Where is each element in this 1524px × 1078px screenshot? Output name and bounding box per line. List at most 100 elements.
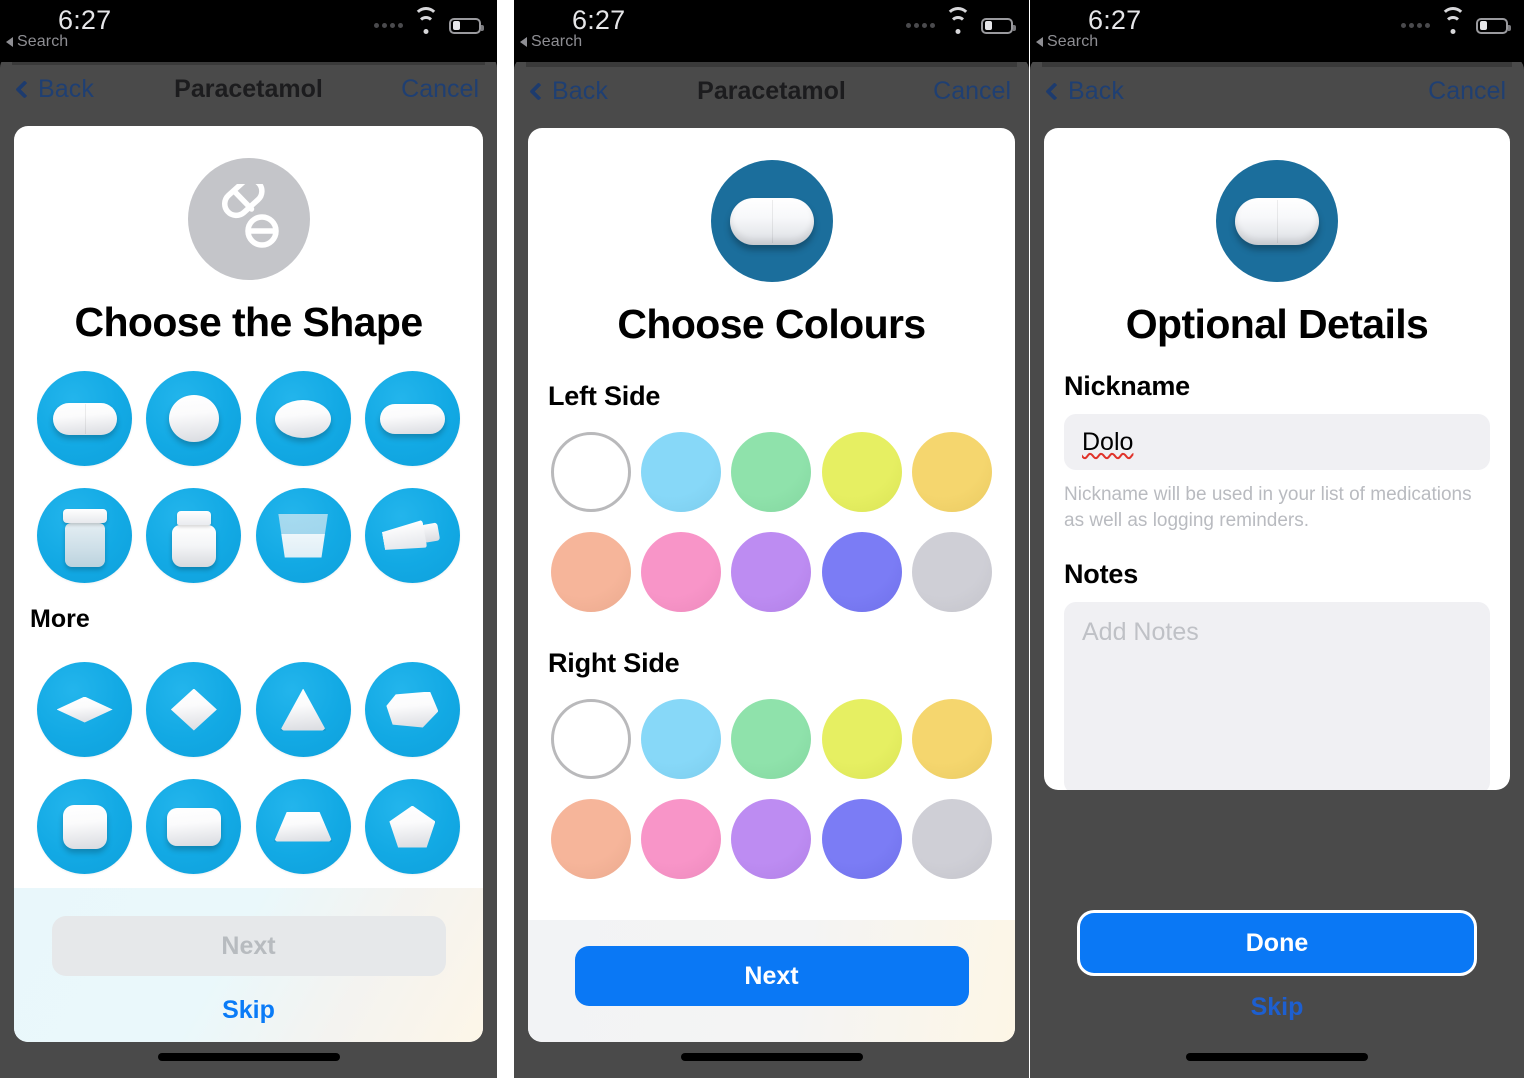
rectangle-icon: [166, 807, 221, 846]
swatch-right-blue[interactable]: [641, 699, 722, 779]
shape-option-jar[interactable]: [146, 488, 242, 583]
swatch-right-pink[interactable]: [641, 799, 722, 879]
footer-2: Next: [528, 920, 1015, 1042]
screenshot-stage: Back Paracetamol Cancel Choose the Shape…: [0, 0, 1524, 1078]
swatch-left-green[interactable]: [731, 432, 812, 512]
shape-option-triangle[interactable]: [255, 662, 351, 757]
nav-bar-3: Back Cancel: [1030, 56, 1524, 126]
shape-grid-primary: [14, 343, 483, 583]
sheet-1: Back Paracetamol Cancel Choose the Shape…: [0, 45, 497, 1078]
swatch-left-yellow[interactable]: [821, 432, 902, 512]
footer-3: Done Skip: [1030, 913, 1524, 1022]
nickname-hint: Nickname will be used in your list of me…: [1064, 484, 1472, 531]
swatch-left-grey[interactable]: [911, 532, 992, 612]
shape-option-diamond[interactable]: [146, 662, 242, 757]
clock: 6:27: [58, 5, 112, 35]
back-triangle-icon: [520, 37, 527, 47]
status-bar-3: 6:27 Search: [1030, 0, 1524, 62]
shape-option-rectangle[interactable]: [146, 779, 242, 874]
done-button[interactable]: Done: [1080, 913, 1474, 973]
shape-option-trapezoid[interactable]: [255, 779, 351, 874]
swatch-right-indigo[interactable]: [821, 799, 902, 879]
swatch-row: [546, 532, 997, 612]
swatch-left-indigo[interactable]: [821, 532, 902, 612]
swatch-right-yellow[interactable]: [821, 699, 902, 779]
back-label: Back: [552, 76, 608, 105]
trapezoid-icon: [274, 811, 333, 842]
back-button-1[interactable]: Back: [15, 75, 94, 104]
cancel-button-2[interactable]: Cancel: [933, 77, 1011, 106]
wifi-icon: [1440, 7, 1466, 35]
shape-option-diamond-flat[interactable]: [37, 662, 133, 757]
swatch-left-white[interactable]: [551, 432, 632, 512]
swatch-left-gold[interactable]: [911, 432, 992, 512]
swatch-left-purple[interactable]: [731, 532, 812, 612]
sheet-3: Back Cancel Optional Details Nickname Do…: [1030, 47, 1524, 1078]
cancel-button-1[interactable]: Cancel: [401, 75, 479, 104]
cancel-button-3[interactable]: Cancel: [1428, 77, 1506, 106]
notes-label: Notes: [1064, 559, 1139, 590]
jar-icon: [164, 505, 224, 567]
swatch-right-purple[interactable]: [731, 799, 812, 879]
shape-option-freeform[interactable]: [364, 662, 460, 757]
swatch-right-gold[interactable]: [911, 699, 992, 779]
left-side-section: Left Side: [528, 381, 1015, 612]
chevron-left-icon: [1045, 81, 1064, 101]
swatch-left-peach[interactable]: [551, 532, 632, 612]
content-card-1: Choose the Shape More Next Skip: [14, 126, 483, 1042]
swatch-right-green[interactable]: [731, 699, 812, 779]
shape-option-oval[interactable]: [255, 371, 351, 466]
shape-option-pentagon[interactable]: [364, 779, 460, 874]
skip-button-1[interactable]: Skip: [222, 996, 275, 1025]
signal-dots-icon: [374, 23, 403, 28]
battery-low-icon: [981, 17, 1016, 34]
swatch-left-blue[interactable]: [641, 432, 722, 512]
back-button-2[interactable]: Back: [529, 76, 608, 106]
nickname-value: Dolo: [1082, 427, 1134, 456]
pills-outline-icon: [187, 158, 310, 280]
sheet-2: Back Paracetamol Cancel Choose Colours L…: [514, 47, 1029, 1078]
footer-1: Next Skip: [14, 888, 483, 1042]
battery-low-icon: [1476, 17, 1511, 34]
square-icon: [62, 804, 107, 849]
shape-option-round[interactable]: [146, 371, 242, 466]
return-to-search-button-1[interactable]: Search: [6, 33, 68, 51]
capsule-icon: [729, 197, 814, 245]
return-to-search-button-3[interactable]: Search: [1036, 33, 1098, 51]
next-button-2[interactable]: Next: [574, 946, 969, 1006]
optional-details-form: Nickname Dolo Nickname will be used in y…: [1044, 345, 1510, 790]
shape-option-cup[interactable]: [255, 488, 351, 583]
return-to-search-button-2[interactable]: Search: [520, 33, 582, 51]
clock: 6:27: [1088, 5, 1142, 35]
next-button-1[interactable]: Next: [51, 916, 446, 976]
shape-grid-more: [14, 634, 483, 874]
swatch-row: [546, 799, 997, 879]
nickname-input[interactable]: Dolo: [1064, 414, 1490, 470]
round-pill-icon: [168, 395, 219, 442]
status-bar-1: 6:27 Search: [0, 0, 497, 62]
right-side-label: Right Side: [548, 648, 680, 678]
shape-option-square[interactable]: [37, 779, 133, 874]
swatch-right-grey[interactable]: [911, 799, 992, 879]
swatch-left-pink[interactable]: [641, 532, 722, 612]
phone-screen-choose-shape: Back Paracetamol Cancel Choose the Shape…: [0, 0, 497, 1078]
diamond-icon: [170, 688, 217, 731]
swatch-right-peach[interactable]: [551, 799, 632, 879]
swatch-right-white[interactable]: [551, 699, 632, 779]
chevron-left-icon: [15, 79, 34, 99]
tube-icon: [381, 516, 443, 556]
shape-option-tube[interactable]: [364, 488, 460, 583]
bottle-icon: [55, 505, 115, 567]
shape-option-oblong[interactable]: [364, 371, 460, 466]
shape-option-capsule[interactable]: [37, 371, 133, 466]
return-app-label: Search: [531, 33, 583, 50]
skip-button-3[interactable]: Skip: [1251, 993, 1304, 1022]
notes-input[interactable]: Add Notes: [1064, 602, 1490, 790]
shape-option-bottle[interactable]: [37, 488, 133, 583]
status-indicators-1: [374, 7, 484, 35]
return-app-label: Search: [1047, 33, 1099, 50]
nav-bar-2: Back Paracetamol Cancel: [514, 56, 1029, 126]
back-button-3[interactable]: Back: [1045, 77, 1124, 106]
capsule-preview-icon: [710, 160, 833, 282]
capsule-preview-icon: [1216, 160, 1338, 282]
